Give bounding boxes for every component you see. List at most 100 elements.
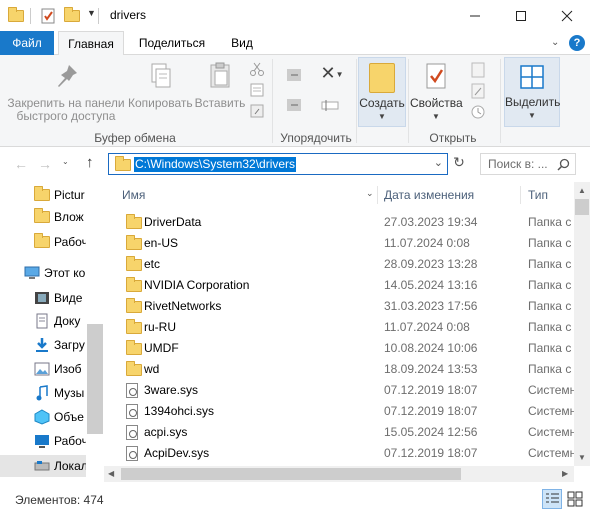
file-row[interactable]: etc 28.09.2023 13:28 Папка с: [104, 254, 574, 275]
back-arrow-icon[interactable]: ←: [14, 156, 28, 172]
system-file-icon: [126, 446, 138, 464]
group-separator: [272, 59, 273, 143]
chevron-down-icon[interactable]: ⌄: [366, 188, 374, 199]
search-input[interactable]: Поиск в: ...: [480, 153, 576, 175]
new-label: Создать: [359, 96, 405, 110]
nav-item[interactable]: Рабоч: [0, 430, 86, 452]
details-view-button[interactable]: [542, 489, 562, 509]
horizontal-scrollbar[interactable]: ◀ ▶: [104, 466, 574, 482]
scroll-down-icon[interactable]: ▼: [578, 453, 586, 462]
close-button[interactable]: [544, 0, 590, 31]
file-type: Папка с: [528, 278, 572, 292]
file-name: 3ware.sys: [144, 383, 199, 397]
copy-button[interactable]: Копировать: [128, 61, 193, 110]
paste-icon: [210, 62, 230, 88]
nav-item[interactable]: Pictur: [0, 184, 86, 206]
scrollbar-thumb[interactable]: [121, 468, 461, 480]
select-button[interactable]: Выделить ▼: [504, 57, 560, 127]
forward-arrow-icon[interactable]: →: [38, 156, 52, 172]
new-folder-quick-icon[interactable]: [64, 7, 80, 25]
pin-label-line2: быстрого доступа: [16, 109, 116, 123]
cut-button[interactable]: [248, 61, 266, 80]
edit-button[interactable]: [466, 82, 490, 103]
column-header-name[interactable]: Имя: [122, 182, 377, 208]
file-row[interactable]: en-US 11.07.2024 0:08 Папка с: [104, 233, 574, 254]
file-date: 28.09.2023 13:28: [384, 257, 478, 271]
column-header-date[interactable]: Дата изменения: [384, 182, 524, 208]
documents-icon: [34, 313, 50, 329]
chevron-down-icon: ▼: [378, 112, 386, 121]
up-arrow-icon[interactable]: ↑: [86, 154, 94, 171]
file-row[interactable]: wd 18.09.2024 13:53 Папка с: [104, 359, 574, 380]
nav-item-label: Музы: [54, 386, 85, 400]
recent-locations-icon[interactable]: ⌄: [62, 157, 69, 166]
file-row[interactable]: ru-RU 11.07.2024 0:08 Папка с: [104, 317, 574, 338]
system-file-icon: [126, 425, 138, 443]
refresh-icon[interactable]: ↻: [450, 154, 468, 174]
open-button[interactable]: [466, 61, 490, 82]
folder-icon: [126, 319, 142, 337]
nav-item[interactable]: Доку: [0, 310, 86, 332]
file-row[interactable]: NVIDIA Corporation 14.05.2024 13:16 Папка …: [104, 275, 574, 296]
scrollbar-thumb[interactable]: [87, 324, 103, 434]
properties-quick-icon[interactable]: [40, 7, 56, 25]
scroll-up-icon[interactable]: ▲: [578, 186, 586, 195]
large-icons-view-button[interactable]: [566, 490, 584, 508]
scroll-right-icon[interactable]: ▶: [562, 469, 568, 478]
move-to-button[interactable]: [282, 65, 306, 88]
tab-home[interactable]: Главная: [58, 31, 124, 56]
paste-shortcut-button[interactable]: [248, 103, 266, 122]
copy-to-button[interactable]: [282, 95, 306, 118]
tab-file[interactable]: Файл: [0, 31, 54, 55]
delete-icon[interactable]: ✕▼: [318, 64, 346, 82]
copy-path-button[interactable]: [248, 82, 266, 101]
nav-item-label: Этот ко: [44, 266, 86, 280]
column-header-type[interactable]: Тип: [528, 182, 574, 208]
nav-item[interactable]: Рабоч: [0, 231, 86, 253]
new-item-button[interactable]: Создать ▼: [358, 57, 406, 127]
nav-item[interactable]: Изоб: [0, 358, 86, 380]
file-row[interactable]: acpi.sys 15.05.2024 12:56 Системн: [104, 422, 574, 443]
address-path[interactable]: C:\Windows\System32\drivers: [134, 157, 297, 172]
address-dropdown-icon[interactable]: ⌄: [434, 156, 443, 169]
nav-item[interactable]: Виде: [0, 287, 86, 309]
file-date: 07.12.2019 18:07: [384, 404, 478, 418]
file-name: wd: [144, 362, 160, 376]
nav-item[interactable]: Загру: [0, 334, 86, 356]
customize-quick-access-icon[interactable]: ▼: [87, 8, 96, 18]
computer-icon: [24, 265, 40, 281]
file-row[interactable]: AcpiDev.sys 07.12.2019 18:07 Системн: [104, 443, 574, 464]
file-row[interactable]: DriverData 27.03.2023 19:34 Папка с: [104, 212, 574, 233]
nav-item[interactable]: Локал: [0, 455, 86, 477]
properties-button[interactable]: Свойства ▼: [410, 61, 463, 123]
pin-to-quick-access-button[interactable]: Закрепить на панели быстрого доступа: [4, 61, 128, 123]
minimize-button[interactable]: [452, 0, 498, 31]
history-button[interactable]: [466, 103, 490, 124]
file-list-scrollbar[interactable]: ▲ ▼: [574, 182, 590, 466]
scrollbar-thumb[interactable]: [575, 199, 589, 215]
column-divider: [377, 186, 378, 204]
help-icon[interactable]: ?: [569, 35, 585, 51]
folder-icon: [126, 298, 142, 316]
nav-item-label: Локал: [54, 459, 86, 473]
file-row[interactable]: RivetNetworks 31.03.2023 17:56 Папка с: [104, 296, 574, 317]
file-row[interactable]: 1394ohci.sys 07.12.2019 18:07 Системн: [104, 401, 574, 422]
nav-item[interactable]: Влож: [0, 206, 86, 228]
nav-item-label: Рабоч: [54, 235, 86, 249]
nav-item[interactable]: Объе: [0, 406, 86, 428]
maximize-button[interactable]: [498, 0, 544, 31]
navigation-scrollbar[interactable]: [87, 182, 103, 484]
scroll-left-icon[interactable]: ◀: [108, 469, 114, 478]
tab-view[interactable]: Вид: [222, 31, 262, 55]
collapse-ribbon-icon[interactable]: ⌄: [551, 37, 559, 48]
file-row[interactable]: UMDF 10.08.2024 10:06 Папка с: [104, 338, 574, 359]
address-bar[interactable]: C:\Windows\System32\drivers ⌄: [108, 153, 448, 175]
nav-item[interactable]: Этот ко: [0, 262, 86, 284]
file-row[interactable]: 3ware.sys 07.12.2019 18:07 Системн: [104, 380, 574, 401]
paste-button[interactable]: Вставить: [192, 61, 248, 110]
pin-icon: [58, 65, 77, 87]
tab-share[interactable]: Поделиться: [132, 31, 212, 55]
group-organize-label: Упорядочить: [280, 131, 352, 145]
rename-button[interactable]: [318, 95, 342, 118]
nav-item[interactable]: Музы: [0, 382, 86, 404]
